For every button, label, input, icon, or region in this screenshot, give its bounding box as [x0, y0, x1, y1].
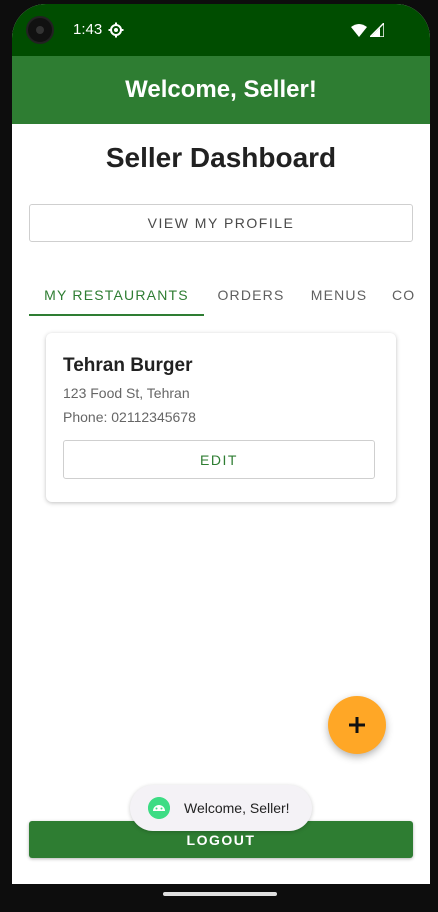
tab-truncated[interactable]: CO: [392, 272, 430, 318]
toast: Welcome, Seller!: [130, 785, 312, 831]
app-bar: Welcome, Seller!: [12, 56, 430, 124]
settings-icon: [108, 22, 124, 38]
view-profile-button[interactable]: VIEW MY PROFILE: [29, 204, 413, 242]
screen: 1:43 Welcome, Seller! Seller Dashboard V…: [12, 4, 430, 884]
edit-restaurant-button[interactable]: EDIT: [63, 440, 375, 479]
restaurant-phone: Phone: 02112345678: [63, 409, 196, 425]
app-bar-title: Welcome, Seller!: [125, 76, 317, 103]
restaurant-address: 123 Food St, Tehran: [63, 385, 190, 401]
restaurant-card: Tehran Burger 123 Food St, Tehran Phone:…: [46, 333, 396, 502]
add-restaurant-fab[interactable]: [328, 696, 386, 754]
android-icon: [148, 797, 170, 819]
front-camera: [26, 16, 54, 44]
tab-my-restaurants[interactable]: MY RESTAURANTS: [29, 272, 204, 318]
device-frame: 1:43 Welcome, Seller! Seller Dashboard V…: [0, 0, 438, 912]
toast-message: Welcome, Seller!: [184, 800, 290, 816]
tab-bar: MY RESTAURANTS ORDERS MENUS CO: [12, 272, 430, 318]
tab-menus[interactable]: MENUS: [304, 272, 374, 318]
signal-icon: [370, 23, 384, 37]
restaurant-name: Tehran Burger: [63, 355, 193, 376]
wifi-icon: [351, 24, 367, 37]
status-bar: 1:43: [12, 4, 430, 56]
plus-icon: [349, 717, 365, 733]
page-title: Seller Dashboard: [105, 142, 337, 173]
gesture-nav-handle[interactable]: [163, 892, 277, 896]
status-time: 1:43: [73, 21, 103, 38]
tab-orders[interactable]: ORDERS: [216, 272, 286, 318]
tab-indicator: [29, 314, 204, 316]
